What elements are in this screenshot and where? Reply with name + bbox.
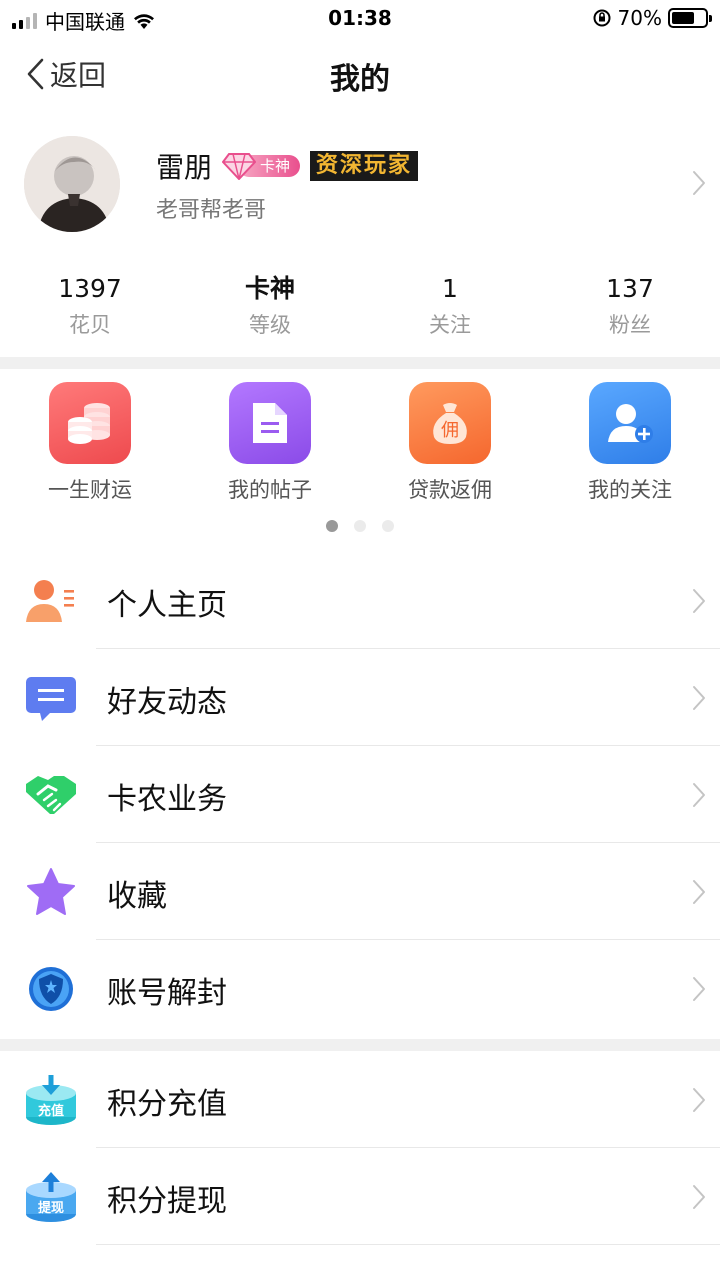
chevron-right-icon — [693, 686, 705, 710]
shield-icon — [24, 962, 78, 1016]
pager-dot[interactable] — [354, 520, 366, 532]
shortcut-my-posts[interactable]: 我的帖子 — [180, 380, 360, 510]
nav-bar: 返回 我的 — [0, 40, 720, 108]
profile-name: 雷朋 — [156, 151, 213, 184]
chat-bubble-icon — [24, 671, 78, 725]
money-bag-icon: 佣 — [409, 382, 491, 464]
page-title: 我的 — [330, 62, 390, 97]
section-divider — [0, 1039, 720, 1051]
menu-item-account-unblock[interactable]: 账号解封 — [0, 940, 720, 1037]
menu-item-label: 收藏 — [107, 879, 167, 914]
menu-item-label: 个人主页 — [107, 588, 227, 623]
battery-icon — [668, 8, 712, 28]
withdraw-icon-text: 提现 — [38, 1200, 64, 1216]
profile-header[interactable]: 雷朋 卡神 资深玩家 老哥帮老哥 — [0, 128, 720, 240]
stat-label: 关注 — [429, 313, 471, 337]
stats-row: 1397 花贝 卡神 等级 1 关注 137 粉丝 — [0, 270, 720, 350]
menu-item-kanong-business[interactable]: 卡农业务 — [0, 746, 720, 843]
svg-text:佣: 佣 — [441, 420, 459, 441]
document-icon — [229, 382, 311, 464]
stat-value: 卡神 — [244, 274, 295, 303]
stat-value: 1397 — [58, 274, 122, 303]
profile-name-row: 雷朋 卡神 资深玩家 — [156, 146, 419, 186]
shortcut-following[interactable]: 我的关注 — [540, 380, 720, 510]
avatar-image — [24, 136, 120, 232]
pager-dots — [0, 520, 720, 532]
shortcut-loan-commission[interactable]: 佣 贷款返佣 — [360, 380, 540, 510]
stat-label: 粉丝 — [609, 313, 651, 337]
shortcut-label: 贷款返佣 — [408, 478, 492, 502]
shortcut-fortune[interactable]: 一生财运 — [0, 380, 180, 510]
chevron-right-icon — [693, 1185, 705, 1209]
chevron-right-icon — [693, 589, 705, 613]
menu-item-points-withdraw[interactable]: 提现 积分提现 — [0, 1148, 720, 1245]
rotation-lock-icon — [593, 9, 611, 27]
avatar[interactable] — [24, 136, 120, 232]
profile-card-icon — [24, 574, 78, 628]
menu-group-1: 个人主页 好友动态 卡农业务 收藏 账号解封 — [0, 552, 720, 1037]
menu-item-label: 好友动态 — [107, 685, 227, 720]
menu-item-label: 积分提现 — [107, 1184, 227, 1219]
pager-dot[interactable] — [326, 520, 338, 532]
stat-level[interactable]: 卡神 等级 — [180, 270, 360, 350]
menu-item-label: 账号解封 — [107, 976, 227, 1011]
chevron-right-icon — [693, 171, 705, 195]
add-user-icon — [589, 382, 671, 464]
menu-item-points-recharge[interactable]: 充值 积分充值 — [0, 1051, 720, 1148]
stat-following[interactable]: 1 关注 — [360, 270, 540, 350]
recharge-icon: 充值 — [24, 1073, 78, 1127]
pager-dot[interactable] — [382, 520, 394, 532]
stat-points[interactable]: 1397 花贝 — [0, 270, 180, 350]
section-divider — [0, 357, 720, 369]
status-bar: 中国联通 01:38 70% — [0, 0, 720, 38]
recharge-icon-text: 充值 — [38, 1103, 64, 1119]
stat-label: 花贝 — [69, 313, 111, 337]
menu-item-label: 积分充值 — [107, 1087, 227, 1122]
withdraw-icon: 提现 — [24, 1170, 78, 1224]
coins-icon — [49, 382, 131, 464]
handshake-icon — [24, 768, 78, 822]
menu-group-2: 充值 积分充值 提现 积分提现 — [0, 1051, 720, 1280]
battery-percent: 70% — [617, 6, 662, 30]
chevron-right-icon — [693, 783, 705, 807]
star-icon — [24, 865, 78, 919]
stat-value: 1 — [442, 274, 458, 303]
partial-item-icon — [24, 1267, 78, 1280]
menu-item-label: 卡农业务 — [107, 782, 227, 817]
shortcut-label: 我的关注 — [588, 478, 672, 502]
shortcut-label: 一生财运 — [48, 478, 132, 502]
chevron-right-icon — [693, 1088, 705, 1112]
menu-item-partial[interactable] — [0, 1245, 720, 1280]
title-badge: 资深玩家 — [310, 151, 419, 181]
menu-item-favorites[interactable]: 收藏 — [0, 843, 720, 940]
menu-item-profile[interactable]: 个人主页 — [0, 552, 720, 649]
chevron-right-icon — [693, 880, 705, 904]
menu-item-friend-feed[interactable]: 好友动态 — [0, 649, 720, 746]
chevron-right-icon — [693, 977, 705, 1001]
shortcut-label: 我的帖子 — [228, 478, 312, 502]
stat-label: 等级 — [249, 313, 291, 337]
stat-followers[interactable]: 137 粉丝 — [540, 270, 720, 350]
shortcut-grid: 一生财运 我的帖子 佣 贷款返佣 我的关注 — [0, 380, 720, 510]
profile-subtitle: 老哥帮老哥 — [156, 198, 267, 223]
level-badge: 卡神 — [222, 153, 301, 180]
battery-fill — [672, 12, 695, 24]
stat-value: 137 — [606, 274, 654, 303]
status-bar-right: 70% — [592, 6, 712, 30]
diamond-icon — [222, 153, 257, 180]
